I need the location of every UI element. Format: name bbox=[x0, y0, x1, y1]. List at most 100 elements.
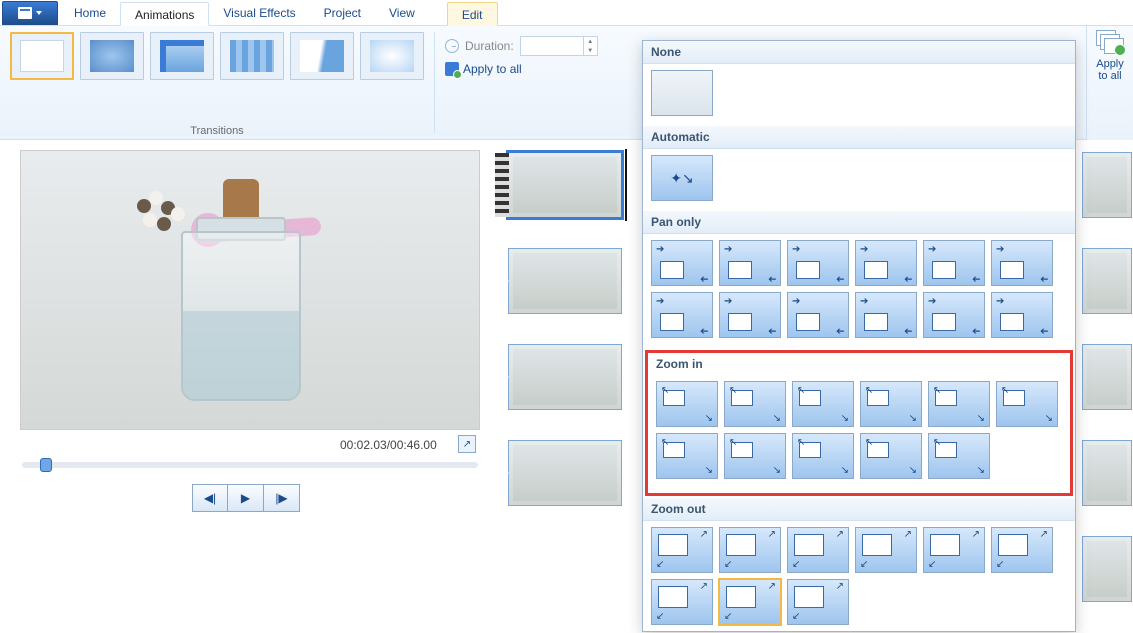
preview-pane bbox=[20, 150, 480, 430]
panzoom-effect-zoomin[interactable]: ↘↘ bbox=[656, 381, 718, 427]
duration-spinner[interactable]: ▲ ▼ bbox=[520, 36, 598, 56]
apply-to-all-label-1: Apply bbox=[1096, 58, 1124, 70]
panzoom-effect-pan[interactable]: ➔➔ bbox=[923, 292, 985, 338]
transition-thumb[interactable] bbox=[10, 32, 74, 80]
zoom-in-highlight-box: Zoom in ↘↘↘↘↘↘↘↘↘↘↘↘↘↘↘↘↘↘↘↘↘↘ bbox=[645, 350, 1073, 496]
apply-to-all-label-2: to all bbox=[1098, 70, 1121, 82]
duration-label: Duration: bbox=[465, 39, 514, 53]
chevron-down-icon bbox=[36, 11, 42, 15]
tab-animations[interactable]: Animations bbox=[120, 2, 209, 26]
panzoom-effect-pan[interactable]: ➔➔ bbox=[991, 292, 1053, 338]
panzoom-effect-pan[interactable]: ➔➔ bbox=[651, 292, 713, 338]
storyboard-clip[interactable] bbox=[1082, 440, 1132, 506]
panzoom-group-header-panonly: Pan only bbox=[643, 211, 1075, 234]
storyboard-column bbox=[508, 152, 638, 536]
panzoom-effect-zoomout[interactable]: ↗↙ bbox=[991, 527, 1053, 573]
panzoom-effect-zoomout[interactable]: ↗↙ bbox=[787, 579, 849, 625]
storyboard-column-right bbox=[1082, 152, 1132, 632]
storyboard-clip[interactable] bbox=[1082, 152, 1132, 218]
panzoom-effect-none[interactable] bbox=[651, 70, 713, 116]
panzoom-effect-pan[interactable]: ➔➔ bbox=[719, 292, 781, 338]
storyboard-clip[interactable] bbox=[1082, 536, 1132, 602]
transition-indicator-icon bbox=[495, 367, 509, 387]
storyboard-clip[interactable] bbox=[508, 152, 622, 218]
panzoom-group-header-automatic: Automatic bbox=[643, 126, 1075, 149]
storyboard-clip[interactable] bbox=[508, 440, 622, 506]
apply-to-all-label: Apply to all bbox=[463, 62, 522, 76]
storyboard-clip[interactable] bbox=[1082, 248, 1132, 314]
panzoom-effect-zoomin[interactable]: ↘↘ bbox=[860, 433, 922, 479]
panzoom-effect-zoomout[interactable]: ↗↙ bbox=[787, 527, 849, 573]
transition-indicator-icon bbox=[495, 463, 509, 483]
panzoom-effect-zoomout[interactable]: ↗↙ bbox=[855, 527, 917, 573]
panzoom-zoomout-grid: ↗↙↗↙↗↙↗↙↗↙↗↙↗↙↗↙↗↙ bbox=[643, 521, 1075, 632]
panzoom-group-header-zoomout: Zoom out bbox=[643, 498, 1075, 521]
panzoom-apply-to-all-button[interactable]: Applyto all bbox=[1087, 26, 1133, 86]
transition-thumb[interactable] bbox=[220, 32, 284, 80]
panzoom-effect-pan[interactable]: ➔➔ bbox=[991, 240, 1053, 286]
transition-thumb[interactable] bbox=[360, 32, 424, 80]
panzoom-effect-zoomin[interactable]: ↘↘ bbox=[724, 433, 786, 479]
play-button[interactable]: ▶ bbox=[228, 484, 264, 512]
panzoom-effect-pan[interactable]: ➔➔ bbox=[923, 240, 985, 286]
next-frame-button[interactable]: |▶ bbox=[264, 484, 300, 512]
tab-edit-context[interactable]: Edit bbox=[447, 2, 498, 26]
panzoom-effect-zoomin[interactable]: ↘↘ bbox=[928, 433, 990, 479]
panzoom-group-header-none: None bbox=[643, 41, 1075, 64]
filmstrip-icon bbox=[495, 153, 509, 217]
transition-thumb[interactable] bbox=[290, 32, 354, 80]
panzoom-group-header-zoomin: Zoom in bbox=[648, 353, 1070, 375]
apply-to-all-icon bbox=[1096, 30, 1124, 54]
duration-step-up[interactable]: ▲ bbox=[583, 37, 597, 46]
panzoom-gallery-panel: None Automatic ✦↘ Pan only ➔➔➔➔➔➔➔➔➔➔➔➔➔… bbox=[642, 40, 1076, 632]
panzoom-effect-pan[interactable]: ➔➔ bbox=[719, 240, 781, 286]
storyboard-clip[interactable] bbox=[1082, 344, 1132, 410]
prev-frame-button[interactable]: ◀| bbox=[192, 484, 228, 512]
tab-view[interactable]: View bbox=[375, 1, 429, 25]
transition-thumb[interactable] bbox=[150, 32, 214, 80]
app-menu-icon bbox=[18, 7, 32, 19]
panzoom-panonly-grid: ➔➔➔➔➔➔➔➔➔➔➔➔➔➔➔➔➔➔➔➔➔➔➔➔ bbox=[643, 234, 1075, 348]
tab-project[interactable]: Project bbox=[310, 1, 375, 25]
ribbon-tabstrip: Home Animations Visual Effects Project V… bbox=[0, 0, 1133, 26]
panzoom-effect-zoomin[interactable]: ↘↘ bbox=[928, 381, 990, 427]
wand-icon: ✦↘ bbox=[670, 170, 693, 187]
panzoom-effect-zoomin[interactable]: ↘↘ bbox=[792, 433, 854, 479]
panzoom-effect-zoomin[interactable]: ↘↘ bbox=[656, 433, 718, 479]
panzoom-effect-pan[interactable]: ➔➔ bbox=[855, 292, 917, 338]
playhead-marker[interactable] bbox=[625, 149, 627, 221]
panzoom-effect-zoomin[interactable]: ↘↘ bbox=[724, 381, 786, 427]
transition-thumb[interactable] bbox=[80, 32, 144, 80]
panzoom-effect-zoomin[interactable]: ↘↘ bbox=[996, 381, 1058, 427]
panzoom-zoomin-grid: ↘↘↘↘↘↘↘↘↘↘↘↘↘↘↘↘↘↘↘↘↘↘ bbox=[648, 375, 1070, 489]
tab-home[interactable]: Home bbox=[60, 1, 120, 25]
panzoom-effect-pan[interactable]: ➔➔ bbox=[651, 240, 713, 286]
duration-value[interactable] bbox=[521, 37, 583, 55]
panzoom-effect-automatic[interactable]: ✦↘ bbox=[651, 155, 713, 201]
preview-frame-content bbox=[141, 171, 341, 411]
panzoom-effect-zoomin[interactable]: ↘↘ bbox=[792, 381, 854, 427]
duration-step-down[interactable]: ▼ bbox=[583, 46, 597, 55]
app-menu-button[interactable] bbox=[2, 1, 58, 25]
transitions-gallery[interactable] bbox=[10, 32, 424, 80]
panzoom-effect-pan[interactable]: ➔➔ bbox=[787, 240, 849, 286]
panzoom-effect-zoomin[interactable]: ↘↘ bbox=[860, 381, 922, 427]
seek-handle[interactable] bbox=[40, 458, 52, 472]
apply-to-all-button[interactable]: Apply to all bbox=[445, 62, 598, 76]
tab-visual-effects[interactable]: Visual Effects bbox=[209, 1, 309, 25]
storyboard-clip[interactable] bbox=[508, 248, 622, 314]
apply-all-icon bbox=[445, 62, 459, 76]
panzoom-effect-pan[interactable]: ➔➔ bbox=[787, 292, 849, 338]
panzoom-effect-zoomout[interactable]: ↗↙ bbox=[651, 527, 713, 573]
storyboard-clip[interactable] bbox=[508, 344, 622, 410]
transitions-group-label: Transitions bbox=[10, 125, 424, 137]
panzoom-effect-zoomout[interactable]: ↗↙ bbox=[719, 527, 781, 573]
playback-controls: ◀| ▶ |▶ bbox=[192, 484, 300, 512]
duration-control: Duration: ▲ ▼ bbox=[445, 36, 598, 56]
preview-expand-button[interactable]: ↗ bbox=[458, 435, 476, 453]
panzoom-effect-zoomout[interactable]: ↗↙ bbox=[719, 579, 781, 625]
panzoom-effect-zoomout[interactable]: ↗↙ bbox=[651, 579, 713, 625]
seek-bar[interactable] bbox=[22, 462, 478, 468]
panzoom-effect-pan[interactable]: ➔➔ bbox=[855, 240, 917, 286]
panzoom-effect-zoomout[interactable]: ↗↙ bbox=[923, 527, 985, 573]
